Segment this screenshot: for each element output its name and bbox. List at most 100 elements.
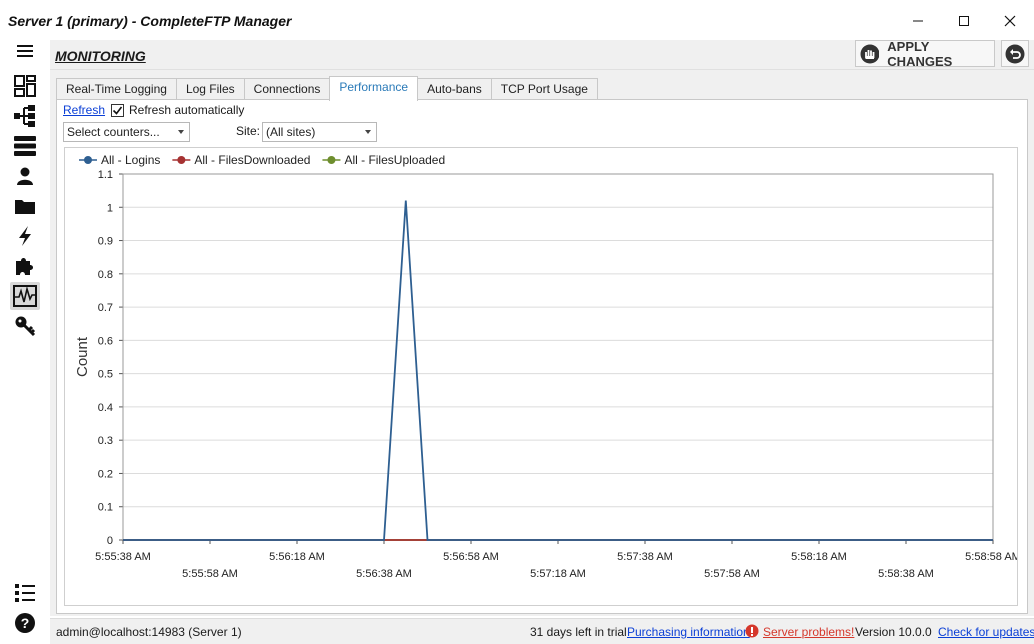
status-bar: admin@localhost:14983 (Server 1) 31 days… (50, 618, 1034, 644)
counters-select-value: Select counters... (67, 125, 160, 139)
legend-marker (327, 156, 336, 164)
legend-label: All - FilesDownloaded (194, 153, 310, 167)
x-tick-label: 5:56:58 AM (443, 551, 499, 563)
site-select-value: (All sites) (266, 125, 316, 139)
y-tick-label: 0.6 (98, 335, 113, 347)
sidebar-item-monitoring[interactable] (10, 282, 40, 310)
sidebar-item-folders[interactable] (10, 192, 40, 220)
legend-label: All - Logins (101, 153, 160, 167)
refresh-link[interactable]: Refresh (63, 103, 105, 117)
sidebar-item-network[interactable] (10, 102, 40, 130)
x-tick-label: 5:55:58 AM (182, 568, 238, 580)
sidebar-item-users[interactable] (10, 162, 40, 190)
menu-icon (17, 45, 33, 57)
counters-select[interactable]: Select counters... (63, 122, 190, 142)
tab-performance[interactable]: Performance (329, 76, 419, 101)
x-tick-label: 5:58:18 AM (791, 551, 847, 563)
maximize-icon (959, 16, 969, 26)
tab-tcp-port-usage[interactable]: TCP Port Usage (490, 78, 598, 100)
status-trial: 31 days left in trial (530, 625, 627, 639)
chevron-down-icon (178, 130, 184, 134)
close-button[interactable] (987, 6, 1033, 36)
y-tick-label: 0.8 (98, 269, 113, 281)
key-icon (15, 316, 36, 337)
y-tick-label: 0.5 (98, 369, 113, 381)
folder-icon (15, 200, 35, 214)
menu-button[interactable] (10, 37, 40, 65)
checkmark-icon (112, 106, 123, 115)
svg-text:?: ? (21, 615, 30, 631)
legend-marker (177, 156, 186, 164)
legend-label: All - FilesUploaded (344, 153, 445, 167)
tab-strip: Real-Time Logging Log Files Connections … (56, 76, 598, 101)
sidebar-item-list[interactable] (10, 579, 40, 607)
performance-tab-page: Refresh Refresh automatically Select cou… (56, 99, 1028, 614)
minimize-icon (913, 20, 923, 22)
revert-button[interactable] (1001, 40, 1029, 67)
tab-log-files[interactable]: Log Files (175, 78, 245, 100)
lightning-icon (19, 226, 31, 246)
y-tick-label: 0.1 (98, 502, 113, 514)
title-bar: Server 1 (primary) - CompleteFTP Manager (0, 0, 1034, 40)
list-icon (15, 584, 35, 602)
y-tick-label: 0.9 (98, 236, 113, 248)
sidebar-item-security[interactable] (10, 312, 40, 340)
monitoring-icon (13, 285, 37, 307)
hand-icon (860, 44, 880, 63)
servers-icon (14, 136, 36, 156)
y-axis-label: Count (74, 336, 91, 377)
legend-marker (84, 156, 92, 164)
performance-chart: 0 0.1 0.2 0.3 0.4 0.5 0.6 0.7 0.8 0.9 1 1.1 5:55:38 … (64, 147, 1018, 606)
sidebar-item-servers[interactable] (10, 132, 40, 160)
apply-changes-label: APPLY CHANGES (887, 38, 953, 69)
auto-refresh-label: Refresh automatically (129, 103, 245, 117)
tab-real-time-logging[interactable]: Real-Time Logging (56, 78, 177, 100)
series-line (123, 200, 993, 541)
sidebar-item-dashboard[interactable] (10, 72, 40, 100)
y-tick-label: 0.3 (98, 435, 113, 447)
x-tick-label: 5:58:58 AM (965, 551, 1017, 563)
plot-area (122, 173, 994, 541)
purchasing-link[interactable]: Purchasing information (627, 625, 750, 639)
status-version: Version 10.0.0 (855, 625, 932, 639)
server-problems-link[interactable]: Server problems! (763, 625, 854, 639)
x-tick-label: 5:56:18 AM (269, 551, 325, 563)
maximize-button[interactable] (941, 6, 987, 36)
window-title: Server 1 (primary) - CompleteFTP Manager (8, 13, 292, 29)
tab-connections[interactable]: Connections (243, 78, 331, 100)
y-tick-label: 1 (107, 202, 113, 214)
apply-changes-button[interactable]: APPLY CHANGES (855, 38, 995, 69)
network-icon (14, 105, 35, 127)
dashboard-icon (14, 75, 36, 97)
page-title: MONITORING (55, 48, 146, 64)
minimize-button[interactable] (895, 6, 941, 36)
user-icon (17, 167, 33, 185)
help-button[interactable]: ? (10, 609, 40, 637)
check-updates-link[interactable]: Check for updates (938, 625, 1034, 639)
x-tick-label: 5:56:38 AM (356, 568, 412, 580)
puzzle-icon (16, 258, 33, 275)
warning-icon (745, 624, 759, 641)
x-tick-label: 5:55:38 AM (95, 551, 151, 563)
tab-auto-bans[interactable]: Auto-bans (417, 78, 492, 100)
chart-svg: 0 0.1 0.2 0.3 0.4 0.5 0.6 0.7 0.8 0.9 1 1.1 5:55:38 … (74, 153, 1017, 580)
y-tick-label: 0.2 (98, 468, 113, 480)
revert-icon (1005, 44, 1025, 63)
auto-refresh-checkbox[interactable] (111, 104, 124, 117)
site-label: Site: (236, 124, 261, 138)
status-user: admin@localhost:14983 (Server 1) (56, 625, 242, 639)
y-tick-label: 0.7 (98, 302, 113, 314)
y-tick-label: 1.1 (98, 169, 113, 181)
chevron-down-icon (365, 130, 371, 134)
x-tick-label: 5:57:38 AM (617, 551, 673, 563)
sidebar-item-extensions[interactable] (10, 252, 40, 280)
x-tick-label: 5:57:18 AM (530, 568, 586, 580)
y-tick-label: 0.4 (98, 402, 113, 414)
site-select[interactable]: (All sites) (262, 122, 377, 142)
sidebar-item-events[interactable] (10, 222, 40, 250)
monitoring-panel: Real-Time Logging Log Files Connections … (50, 70, 1034, 616)
sidebar: ? (0, 40, 50, 644)
help-icon: ? (15, 613, 35, 633)
close-icon (1004, 15, 1016, 27)
page-header: MONITORING APPLY CHANGES (50, 38, 1034, 70)
